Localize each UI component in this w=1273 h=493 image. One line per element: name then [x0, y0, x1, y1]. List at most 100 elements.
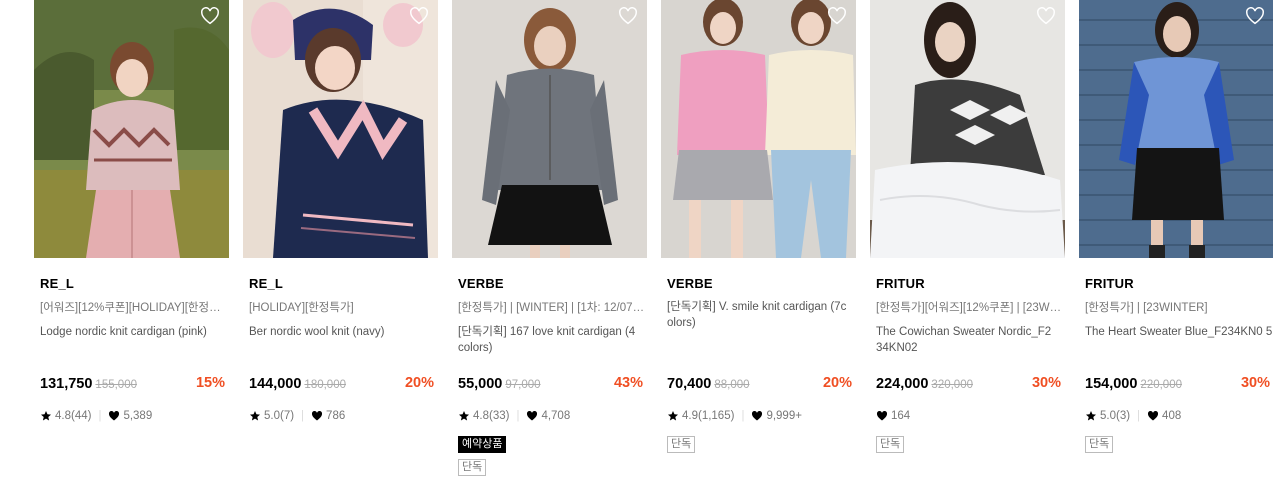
product-meta: 4.9(1,165) | 9,999+ — [667, 410, 802, 422]
price-row: 131,750 155,000 15% — [40, 375, 225, 393]
product-meta: 5.0(7) | 786 — [249, 410, 345, 422]
meta-divider: | — [516, 410, 520, 422]
sale-price: 144,000 — [249, 376, 302, 392]
product-image[interactable] — [661, 0, 856, 258]
brand-name[interactable]: VERBE — [667, 276, 713, 291]
likes-count: 786 — [326, 410, 346, 422]
price-row: 55,000 97,000 43% — [458, 375, 643, 393]
product-card[interactable]: RE_L [어워즈][12%쿠폰][HOLIDAY][한정특가] Lodge n… — [34, 0, 229, 422]
product-photo — [34, 0, 229, 258]
original-price: 155,000 — [95, 379, 137, 391]
product-photo — [243, 0, 438, 258]
price-row: 154,000 220,000 30% — [1085, 375, 1270, 393]
badge-group: 단독 — [458, 457, 487, 476]
sale-price: 154,000 — [1085, 376, 1138, 392]
exclusive-badge: 단독 — [876, 436, 905, 453]
likes-count: 164 — [891, 410, 911, 422]
product-meta: 4.8(44) | 5,389 — [40, 410, 152, 422]
discount-rate: 20% — [822, 375, 852, 391]
likes-heart-icon — [109, 410, 120, 421]
likes-heart-icon — [876, 410, 888, 421]
meta-divider: | — [98, 410, 102, 422]
product-photo — [870, 0, 1065, 258]
brand-name[interactable]: FRITUR — [876, 276, 925, 291]
exclusive-badge: 단독 — [667, 436, 696, 453]
discount-rate: 15% — [195, 375, 225, 391]
likes-heart-icon — [1147, 410, 1159, 421]
promo-text: [한정특가] | [23WINTER] — [1085, 302, 1208, 314]
wishlist-heart-icon[interactable] — [1245, 7, 1265, 25]
product-card[interactable]: FRITUR [한정특가][어워즈][12%쿠폰] | [23WINTER] T… — [870, 0, 1065, 453]
star-icon — [250, 411, 260, 421]
product-name[interactable]: [단독기획] 167 love knit cardigan (4 colors) — [458, 324, 646, 356]
promo-text: [한정특가][어워즈][12%쿠폰] | [23WINTER] — [876, 302, 1064, 314]
product-photo — [661, 0, 856, 258]
product-name[interactable]: [단독기획] V. smile knit cardigan (7c olors) — [667, 299, 855, 331]
meta-divider: | — [741, 410, 745, 422]
product-image[interactable] — [870, 0, 1065, 258]
rating-text: 5.0(3) — [1100, 410, 1131, 422]
sale-price: 55,000 — [458, 376, 503, 392]
product-meta: 5.0(3) | 408 — [1085, 410, 1181, 422]
original-price: 320,000 — [931, 379, 973, 391]
likes-count: 4,708 — [541, 410, 571, 422]
product-name[interactable]: Ber nordic wool knit (navy) — [249, 324, 437, 340]
likes-count: 408 — [1162, 410, 1182, 422]
product-image[interactable] — [34, 0, 229, 258]
product-image[interactable] — [1079, 0, 1273, 258]
original-price: 97,000 — [505, 379, 541, 391]
promo-text: [HOLIDAY][한정특가] — [249, 302, 354, 314]
product-card[interactable]: FRITUR [한정특가] | [23WINTER] The Heart Swe… — [1079, 0, 1273, 453]
likes-heart-icon — [752, 410, 763, 421]
promo-text: [어워즈][12%쿠폰][HOLIDAY][한정특가] — [40, 302, 228, 314]
product-name[interactable]: Lodge nordic knit cardigan (pink) — [40, 324, 228, 340]
sale-price: 224,000 — [876, 376, 929, 392]
meta-divider: | — [1137, 410, 1141, 422]
star-icon — [459, 411, 469, 421]
original-price: 180,000 — [304, 379, 346, 391]
product-name[interactable]: The Cowichan Sweater Nordic_F2 34KN02 — [876, 324, 1064, 356]
badge-group: 예약상품 — [458, 434, 507, 453]
product-photo — [452, 0, 647, 258]
star-icon — [1086, 411, 1096, 421]
product-meta: 4.8(33) | 4,708 — [458, 410, 570, 422]
badge-group: 단독 — [876, 434, 905, 453]
brand-name[interactable]: RE_L — [249, 276, 283, 291]
wishlist-heart-icon[interactable] — [409, 7, 429, 25]
brand-name[interactable]: RE_L — [40, 276, 74, 291]
brand-name[interactable]: FRITUR — [1085, 276, 1134, 291]
rating-text: 5.0(7) — [264, 410, 295, 422]
wishlist-heart-icon[interactable] — [1036, 7, 1056, 25]
badge-group: 단독 — [1085, 434, 1114, 453]
product-image[interactable] — [452, 0, 647, 258]
price-row: 224,000 320,000 30% — [876, 375, 1061, 393]
likes-heart-icon — [311, 410, 323, 421]
likes-count: 5,389 — [123, 410, 153, 422]
star-icon — [668, 411, 678, 421]
wishlist-heart-icon[interactable] — [827, 7, 847, 25]
badge-group: 단독 — [667, 434, 696, 453]
promo-text: [한정특가] | [WINTER] | [1차: 12/07, 2차 — [458, 302, 646, 314]
price-row: 144,000 180,000 20% — [249, 375, 434, 393]
product-card[interactable]: VERBE [한정특가] | [WINTER] | [1차: 12/07, 2차… — [452, 0, 647, 476]
discount-rate: 43% — [613, 375, 643, 391]
product-card[interactable]: VERBE [단독기획] V. smile knit cardigan (7c … — [661, 0, 856, 453]
product-name[interactable]: The Heart Sweater Blue_F234KN0 5 — [1085, 324, 1273, 340]
product-meta: 164 — [876, 410, 910, 422]
exclusive-badge: 단독 — [1085, 436, 1114, 453]
likes-count: 9,999+ — [766, 410, 802, 422]
discount-rate: 30% — [1031, 375, 1061, 391]
exclusive-badge: 단독 — [458, 459, 487, 476]
product-card[interactable]: RE_L [HOLIDAY][한정특가] Ber nordic wool kni… — [243, 0, 438, 422]
rating-text: 4.9(1,165) — [682, 410, 735, 422]
product-image[interactable] — [243, 0, 438, 258]
meta-divider: | — [301, 410, 305, 422]
wishlist-heart-icon[interactable] — [200, 7, 220, 25]
wishlist-heart-icon[interactable] — [618, 7, 638, 25]
sale-price: 70,400 — [667, 376, 712, 392]
product-photo — [1079, 0, 1273, 258]
price-row: 70,400 88,000 20% — [667, 375, 852, 393]
original-price: 88,000 — [714, 379, 750, 391]
likes-heart-icon — [527, 410, 538, 421]
brand-name[interactable]: VERBE — [458, 276, 504, 291]
